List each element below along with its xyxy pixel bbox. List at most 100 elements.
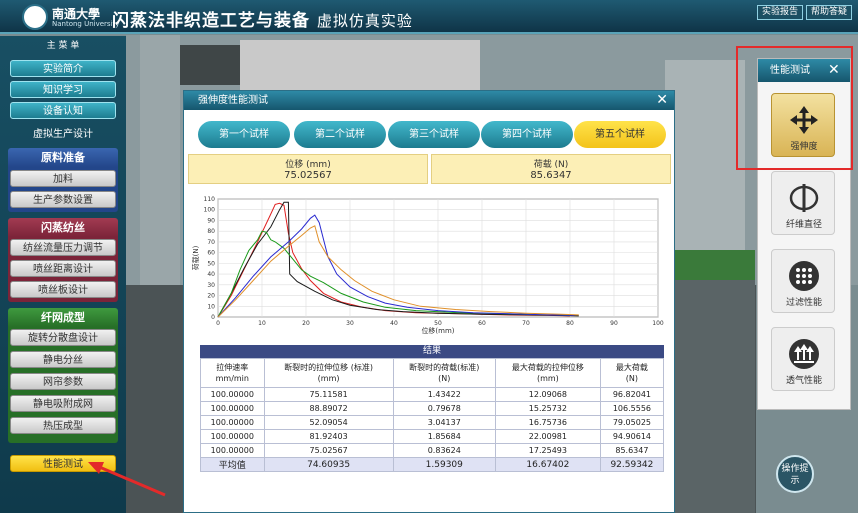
sidebar-item-equipment[interactable]: 设备认知 (10, 102, 116, 119)
university-name-en: Nantong University (52, 20, 120, 28)
load-label: 荷载 (N) (533, 160, 569, 170)
table-cell: 100.00000 (200, 401, 265, 416)
x-axis-label: 位移(mm) (421, 326, 454, 335)
y-tick-label: 100 (204, 207, 216, 214)
app-title-main: 闪蒸法非织造工艺与装备 (112, 11, 310, 31)
table-cell: 100.00000 (200, 415, 265, 430)
x-tick-label: 30 (346, 320, 354, 327)
sidebar-item-flow[interactable]: 纺丝流量压力调节 (10, 239, 116, 256)
sidebar-item-learning[interactable]: 知识学习 (10, 81, 116, 98)
y-tick-label: 50 (207, 260, 215, 267)
table-cell: 96.82041 (599, 387, 665, 402)
x-tick-label: 70 (522, 320, 530, 327)
table-cell: 100.00000 (200, 443, 265, 458)
table-cell: 94.90614 (599, 429, 665, 444)
table-cell: 17.25493 (494, 443, 601, 458)
section-flash-spin: 闪蒸纺丝 (8, 218, 118, 237)
x-tick-label: 100 (652, 320, 664, 327)
results-header-0: 拉伸速率 mm/min (200, 358, 265, 388)
x-tick-label: 90 (610, 320, 618, 327)
strength-test-dialog: 强伸度性能测试 ✕ 第一个试样 第二个试样 第三个试样 第四个试样 第五个试样 … (183, 90, 675, 513)
item-label: 过滤性能 (785, 298, 822, 308)
help-button[interactable]: 帮助答疑 (806, 5, 853, 20)
table-cell: 1.85684 (392, 429, 496, 444)
sample-button-2[interactable]: 第二个试样 (294, 121, 386, 148)
sidebar-item-params[interactable]: 生产参数设置 (10, 191, 116, 208)
table-cell: 75.02567 (263, 443, 394, 458)
sidebar-item-hot-press[interactable]: 热压成型 (10, 417, 116, 434)
table-cell: 12.09068 (494, 387, 601, 402)
table-cell: 16.75736 (494, 415, 601, 430)
y-axis-label: 荷载(N) (191, 245, 200, 270)
y-tick-label: 60 (207, 250, 215, 257)
x-tick-label: 40 (390, 320, 398, 327)
y-tick-label: 10 (207, 303, 215, 310)
x-tick-label: 80 (566, 320, 574, 327)
experiment-report-button[interactable]: 实验报告 (757, 5, 804, 20)
x-tick-label: 20 (302, 320, 310, 327)
sample-button-1[interactable]: 第一个试样 (198, 121, 290, 148)
results-header-row: 拉伸速率 mm/min 断裂时的拉伸位移 (标准) (mm) 断裂时的荷载(标准) (N)… (200, 358, 665, 388)
performance-test-button[interactable]: 性能测试 (10, 455, 116, 472)
sidebar-item-feed[interactable]: 加料 (10, 170, 116, 187)
y-tick-label: 20 (207, 293, 215, 300)
sidebar-item-intro[interactable]: 实验简介 (10, 60, 116, 77)
table-cell: 1.59309 (392, 457, 496, 472)
results-table: 结果 拉伸速率 mm/min 断裂时的拉伸位移 (标准) (mm) 断裂时的荷载(标准)… (200, 345, 665, 472)
sidebar-item-spinneret[interactable]: 喷丝板设计 (10, 281, 116, 298)
results-header-1: 断裂时的拉伸位移 (标准) (mm) (263, 358, 394, 388)
y-tick-label: 70 (207, 239, 215, 246)
item-label: 透气性能 (785, 376, 822, 386)
table-cell: 92.59342 (599, 457, 665, 472)
load-readout: 荷载 (N) 85.6347 (431, 154, 671, 184)
y-tick-label: 80 (207, 228, 215, 235)
production-heading: 虚拟生产设计 (33, 129, 93, 140)
top-bar: 南通大學 Nantong University 闪蒸法非织造工艺与装备 虚拟仿真… (0, 0, 858, 34)
results-header-4: 最大荷载 (N) (599, 358, 665, 388)
y-tick-label: 40 (207, 271, 215, 278)
item-fiber-diameter[interactable]: 纤维直径 (771, 171, 835, 235)
table-cell: 1.43422 (392, 387, 496, 402)
displacement-readout: 位移 (mm) 75.02567 (188, 154, 428, 184)
table-cell: 3.04137 (392, 415, 496, 430)
highlight-box (736, 46, 853, 170)
y-tick-label: 110 (204, 196, 216, 203)
table-cell: 22.00981 (494, 429, 601, 444)
table-cell: 79.05025 (599, 415, 665, 430)
x-tick-label: 0 (216, 320, 220, 327)
fiber-circle-icon (789, 184, 819, 212)
sidebar-item-distance[interactable]: 喷丝距离设计 (10, 260, 116, 277)
close-icon[interactable]: ✕ (656, 91, 668, 110)
main-menu-label: 主 菜 单 (46, 41, 80, 51)
operation-tips-button[interactable]: 操作提示 (776, 455, 814, 493)
sidebar: 主 菜 单 实验简介 知识学习 设备认知 虚拟生产设计 原料准备 加料 生产参数… (0, 36, 126, 513)
sidebar-item-electrostatic[interactable]: 静电分丝 (10, 351, 116, 368)
y-tick-label: 30 (207, 282, 215, 289)
app-title: 闪蒸法非织造工艺与装备 虚拟仿真实验 (112, 6, 413, 31)
table-cell: 100.00000 (200, 387, 265, 402)
x-tick-label: 10 (258, 320, 266, 327)
average-row: 平均值 74.60935 1.59309 16.67402 92.59342 (200, 457, 665, 472)
sample-button-3[interactable]: 第三个试样 (388, 121, 480, 148)
filter-dots-icon (789, 261, 819, 291)
sidebar-item-adsorb[interactable]: 静电吸附成网 (10, 395, 116, 412)
table-cell: 100.00000 (200, 429, 265, 444)
sample-button-4[interactable]: 第四个试样 (481, 121, 573, 148)
results-header-2: 断裂时的荷载(标准) (N) (392, 358, 496, 388)
table-cell: 75.11581 (263, 387, 394, 402)
table-cell: 74.60935 (263, 457, 394, 472)
table-row: 100.00000 52.09054 3.04137 16.75736 79.05025 (200, 415, 665, 430)
sample-button-5[interactable]: 第五个试样 (574, 121, 666, 148)
university-logo-icon (22, 4, 48, 30)
results-title: 结果 (200, 345, 664, 358)
table-row: 100.00000 75.02567 0.83624 17.25493 85.6347 (200, 443, 665, 458)
sidebar-item-belt[interactable]: 网帘参数 (10, 373, 116, 390)
load-displacement-chart: 0 10 20 30 40 50 60 70 80 90 100 0 10 20 30 40 50 60 70 80 9… (191, 196, 664, 335)
item-air-permeability[interactable]: 透气性能 (771, 327, 835, 391)
table-cell: 16.67402 (494, 457, 601, 472)
table-cell: 106.5556 (599, 401, 665, 416)
section-raw-material: 原料准备 (8, 148, 118, 167)
item-filtration[interactable]: 过滤性能 (771, 249, 835, 313)
sidebar-item-disc[interactable]: 旋转分散盘设计 (10, 329, 116, 346)
table-cell: 88.89072 (263, 401, 394, 416)
